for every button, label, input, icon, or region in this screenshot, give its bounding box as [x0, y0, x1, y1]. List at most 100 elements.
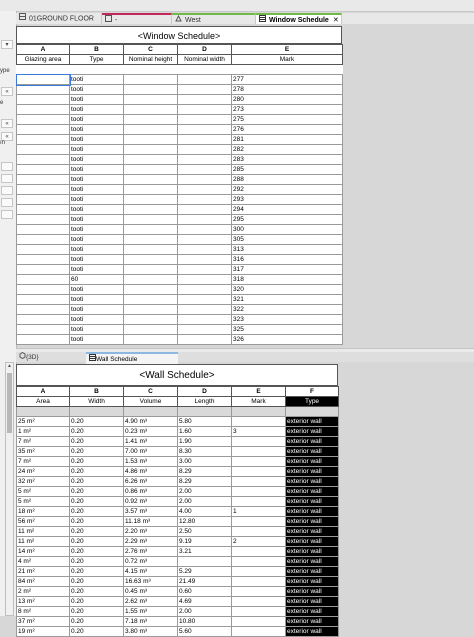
- column-letter[interactable]: E: [231, 386, 286, 397]
- table-cell[interactable]: 0.20: [69, 586, 124, 597]
- table-cell[interactable]: 292: [231, 184, 343, 195]
- table-cell[interactable]: 4.15 m³: [123, 566, 178, 577]
- table-cell[interactable]: 35 m²: [16, 446, 70, 457]
- table-cell[interactable]: tooti: [69, 264, 124, 275]
- table-cell[interactable]: [231, 556, 286, 567]
- table-cell[interactable]: 285: [231, 164, 343, 175]
- column-header[interactable]: Glazing area: [16, 54, 70, 65]
- table-cell[interactable]: 1: [231, 506, 286, 517]
- table-cell[interactable]: 0.20: [69, 556, 124, 567]
- table-cell[interactable]: tooti: [69, 194, 124, 205]
- table-cell[interactable]: [231, 436, 286, 447]
- table-cell[interactable]: 2.00: [177, 486, 232, 497]
- table-cell[interactable]: [177, 274, 232, 285]
- table-cell[interactable]: 3.57 m³: [123, 506, 178, 517]
- table-cell[interactable]: [231, 626, 286, 637]
- table-row[interactable]: 60 318: [16, 274, 343, 285]
- table-cell[interactable]: 0.20: [69, 606, 124, 617]
- table-cell[interactable]: tooti: [69, 164, 124, 175]
- table-cell[interactable]: 2.50: [177, 526, 232, 537]
- table-cell[interactable]: [231, 576, 286, 587]
- close-icon[interactable]: ✕: [333, 17, 339, 24]
- table-cell[interactable]: [231, 616, 286, 627]
- table-row[interactable]: tooti 322: [16, 304, 343, 315]
- table-row[interactable]: 13 m² 0.20 2.62 m³ 4.69 exterior wall: [16, 596, 339, 607]
- table-cell[interactable]: [123, 154, 178, 165]
- table-cell[interactable]: 0.23 m³: [123, 426, 178, 437]
- table-cell[interactable]: 2.00: [177, 496, 232, 507]
- table-cell[interactable]: 4.90 m³: [123, 416, 178, 427]
- column-letter[interactable]: E: [231, 44, 343, 55]
- table-row[interactable]: tooti 275: [16, 114, 343, 125]
- table-cell[interactable]: 3: [231, 426, 286, 437]
- table-row[interactable]: 32 m² 0.20 6.26 m³ 8.29 exterior wall: [16, 476, 339, 487]
- table-cell[interactable]: 295: [231, 214, 343, 225]
- table-cell[interactable]: 281: [231, 134, 343, 145]
- table-cell[interactable]: [123, 74, 178, 85]
- table-cell[interactable]: 0.20: [69, 466, 124, 477]
- column-header[interactable]: Mark: [231, 54, 343, 65]
- table-cell[interactable]: tooti: [69, 214, 124, 225]
- table-cell[interactable]: 313: [231, 244, 343, 255]
- table-row[interactable]: 56 m² 0.20 11.18 m³ 12.80 exterior wall: [16, 516, 339, 527]
- column-header[interactable]: Nominal height: [123, 54, 178, 65]
- table-cell[interactable]: 0.20: [69, 596, 124, 607]
- table-cell[interactable]: 4.86 m³: [123, 466, 178, 477]
- table-cell[interactable]: [16, 294, 70, 305]
- table-cell[interactable]: [16, 154, 70, 165]
- table-cell[interactable]: 320: [231, 284, 343, 295]
- table-cell[interactable]: [231, 596, 286, 607]
- table-row[interactable]: tooti 292: [16, 184, 343, 195]
- table-cell[interactable]: [16, 254, 70, 265]
- table-cell[interactable]: tooti: [69, 234, 124, 245]
- table-cell[interactable]: [16, 214, 70, 225]
- table-cell[interactable]: 60: [69, 274, 124, 285]
- table-cell[interactable]: exterior wall: [285, 476, 339, 487]
- table-row[interactable]: tooti 320: [16, 284, 343, 295]
- table-cell[interactable]: [16, 204, 70, 215]
- table-cell[interactable]: [123, 314, 178, 325]
- table-cell[interactable]: tooti: [69, 94, 124, 105]
- table-cell[interactable]: 32 m²: [16, 476, 70, 487]
- table-cell[interactable]: exterior wall: [285, 536, 339, 547]
- table-cell[interactable]: 0.72 m³: [123, 556, 178, 567]
- table-cell[interactable]: 0.45 m³: [123, 586, 178, 597]
- table-cell[interactable]: 2.62 m³: [123, 596, 178, 607]
- table-cell[interactable]: 0.20: [69, 516, 124, 527]
- table-cell[interactable]: 273: [231, 104, 343, 115]
- table-cell[interactable]: [177, 224, 232, 235]
- table-cell[interactable]: [16, 224, 70, 235]
- table-cell[interactable]: tooti: [69, 254, 124, 265]
- column-header[interactable]: Type: [285, 396, 339, 407]
- table-cell[interactable]: 6.26 m³: [123, 476, 178, 487]
- table-cell[interactable]: tooti: [69, 104, 124, 115]
- table-cell[interactable]: 278: [231, 84, 343, 95]
- table-cell[interactable]: [16, 94, 70, 105]
- table-cell[interactable]: tooti: [69, 244, 124, 255]
- table-row[interactable]: 7 m² 0.20 1.53 m³ 3.00 exterior wall: [16, 456, 339, 467]
- table-row[interactable]: tooti 278: [16, 84, 343, 95]
- table-row[interactable]: 7 m² 0.20 1.41 m³ 1.90 exterior wall: [16, 436, 339, 447]
- table-cell[interactable]: tooti: [69, 334, 124, 345]
- table-cell[interactable]: 0.86 m³: [123, 486, 178, 497]
- table-cell[interactable]: 0.20: [69, 476, 124, 487]
- table-cell[interactable]: tooti: [69, 84, 124, 95]
- table-cell[interactable]: 2.29 m³: [123, 536, 178, 547]
- table-cell[interactable]: [123, 134, 178, 145]
- column-letter[interactable]: C: [123, 386, 178, 397]
- table-cell[interactable]: [231, 606, 286, 617]
- table-cell[interactable]: 293: [231, 194, 343, 205]
- table-cell[interactable]: [177, 174, 232, 185]
- table-cell[interactable]: [123, 254, 178, 265]
- table-row[interactable]: 35 m² 0.20 7.00 m³ 8.30 exterior wall: [16, 446, 339, 457]
- table-cell[interactable]: tooti: [69, 184, 124, 195]
- table-cell[interactable]: 2 m²: [16, 586, 70, 597]
- table-cell[interactable]: exterior wall: [285, 526, 339, 537]
- table-cell[interactable]: 7 m²: [16, 456, 70, 467]
- table-row[interactable]: 21 m² 0.20 4.15 m³ 5.29 exterior wall: [16, 566, 339, 577]
- table-cell[interactable]: tooti: [69, 154, 124, 165]
- table-cell[interactable]: 9.19: [177, 536, 232, 547]
- table-cell[interactable]: 0.20: [69, 426, 124, 437]
- table-cell[interactable]: 8.30: [177, 446, 232, 457]
- table-cell[interactable]: tooti: [69, 124, 124, 135]
